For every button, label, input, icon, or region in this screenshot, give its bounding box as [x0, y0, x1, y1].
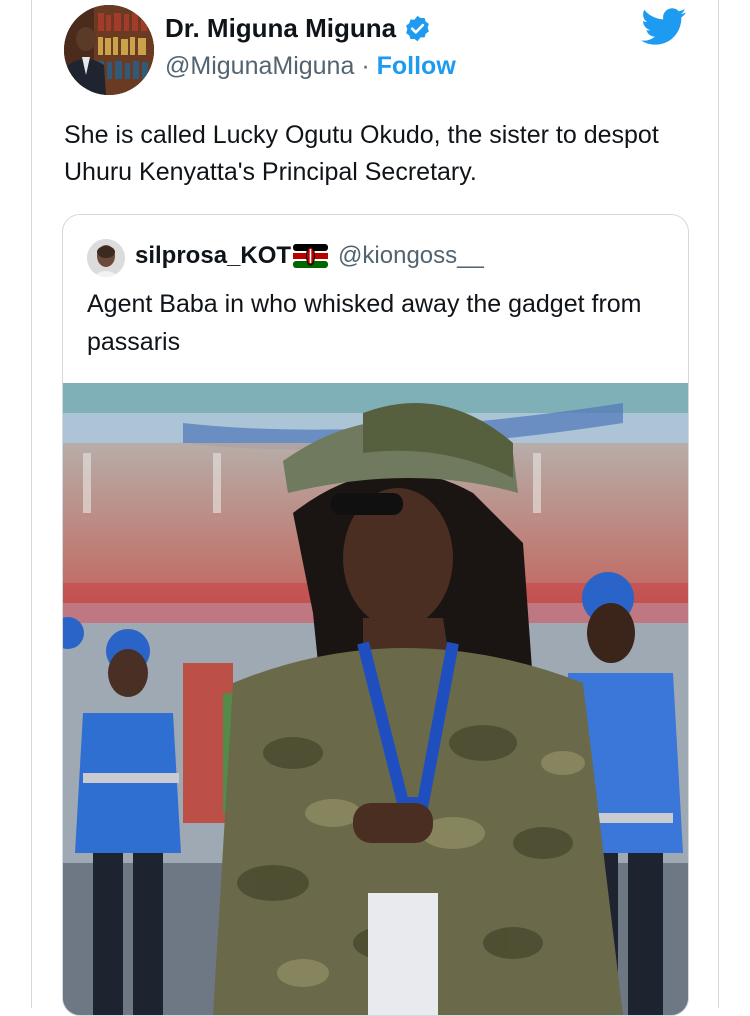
quoted-media-photo[interactable] — [63, 383, 688, 1015]
quoted-author-handle[interactable]: @kiongoss__ — [338, 242, 484, 270]
tweet-text: She is called Lucky Ogutu Okudo, the sis… — [64, 121, 659, 186]
author-avatar[interactable] — [64, 5, 154, 95]
quoted-header: silprosa_KOT @kiongoss__ — [135, 242, 484, 270]
twitter-bird-icon[interactable] — [641, 8, 687, 46]
follow-button[interactable]: Follow — [377, 52, 456, 80]
quoted-tweet[interactable]: silprosa_KOT @kiongoss__ Agent Baba in w… — [62, 214, 689, 1016]
author-handle-row: @MigunaMiguna · Follow — [165, 52, 456, 81]
verified-badge-icon — [403, 14, 432, 43]
separator-dot: · — [361, 52, 370, 80]
quoted-author-avatar[interactable] — [87, 239, 125, 277]
quoted-author-name[interactable]: silprosa_KOT — [135, 242, 291, 270]
quoted-text: Agent Baba in who whisked away the gadge… — [87, 290, 642, 356]
author-handle[interactable]: @MigunaMiguna — [165, 52, 354, 80]
author-name[interactable]: Dr. Miguna Miguna — [165, 13, 396, 44]
kenya-flag-icon — [293, 244, 329, 268]
author-name-row[interactable]: Dr. Miguna Miguna — [165, 13, 432, 44]
